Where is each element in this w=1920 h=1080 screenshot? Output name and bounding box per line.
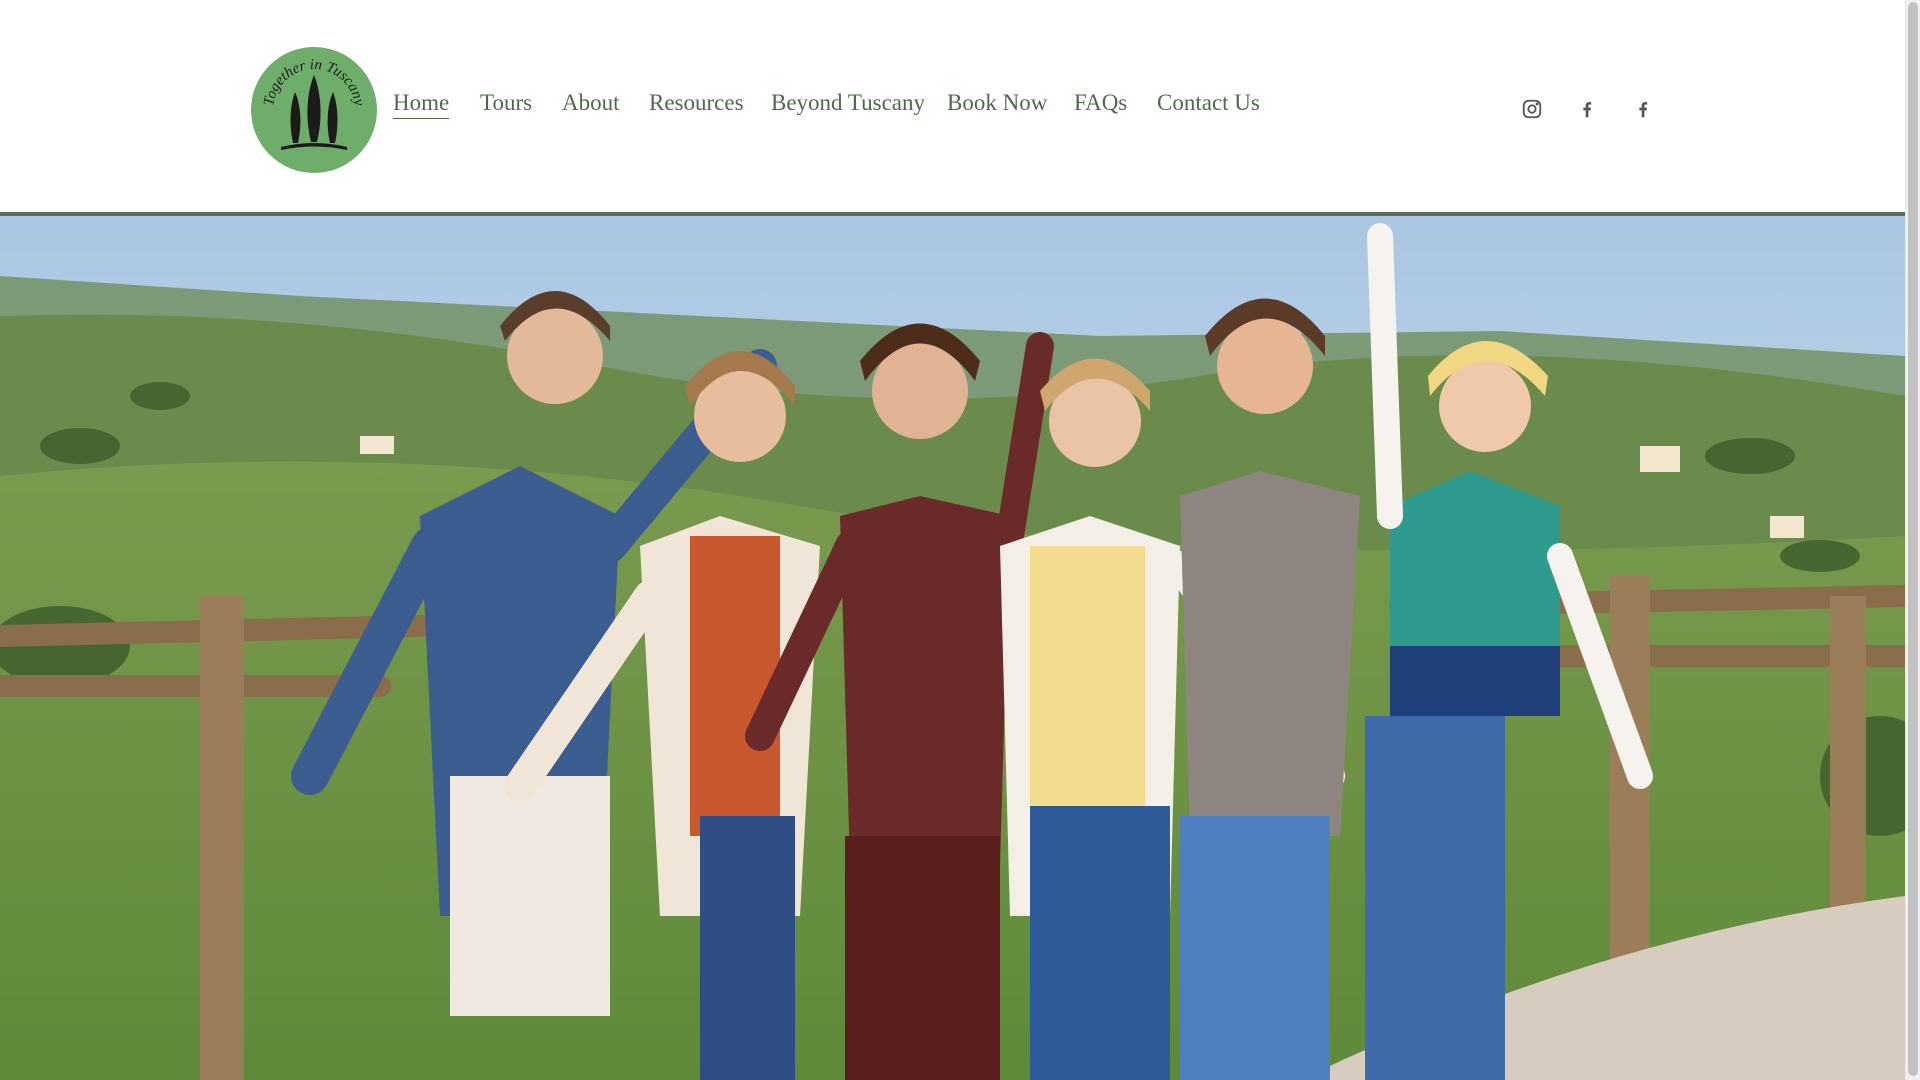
nav-beyond-tuscany[interactable]: Beyond Tuscany [771, 90, 925, 116]
site-header: Together in Tuscany Home Tours About Res… [0, 0, 1905, 216]
hero-photo [0, 216, 1905, 1080]
nav-home[interactable]: Home [393, 90, 450, 119]
hero-image [0, 216, 1905, 1080]
nav-contact-us[interactable]: Contact Us [1157, 90, 1260, 116]
scrollbar-thumb[interactable] [1908, 2, 1918, 1076]
nav-tours[interactable]: Tours [480, 90, 532, 116]
facebook-icon[interactable] [1632, 98, 1654, 120]
nav-faqs[interactable]: FAQs [1074, 90, 1127, 116]
scrollbar[interactable] [1905, 0, 1920, 1080]
instagram-icon[interactable] [1521, 98, 1543, 120]
nav-book-now[interactable]: Book Now [947, 90, 1047, 116]
women-group [291, 223, 1653, 1080]
nav-resources[interactable]: Resources [649, 90, 744, 116]
logo[interactable]: Together in Tuscany [251, 47, 377, 173]
nav-about[interactable]: About [562, 90, 620, 116]
facebook-icon[interactable] [1576, 98, 1598, 120]
